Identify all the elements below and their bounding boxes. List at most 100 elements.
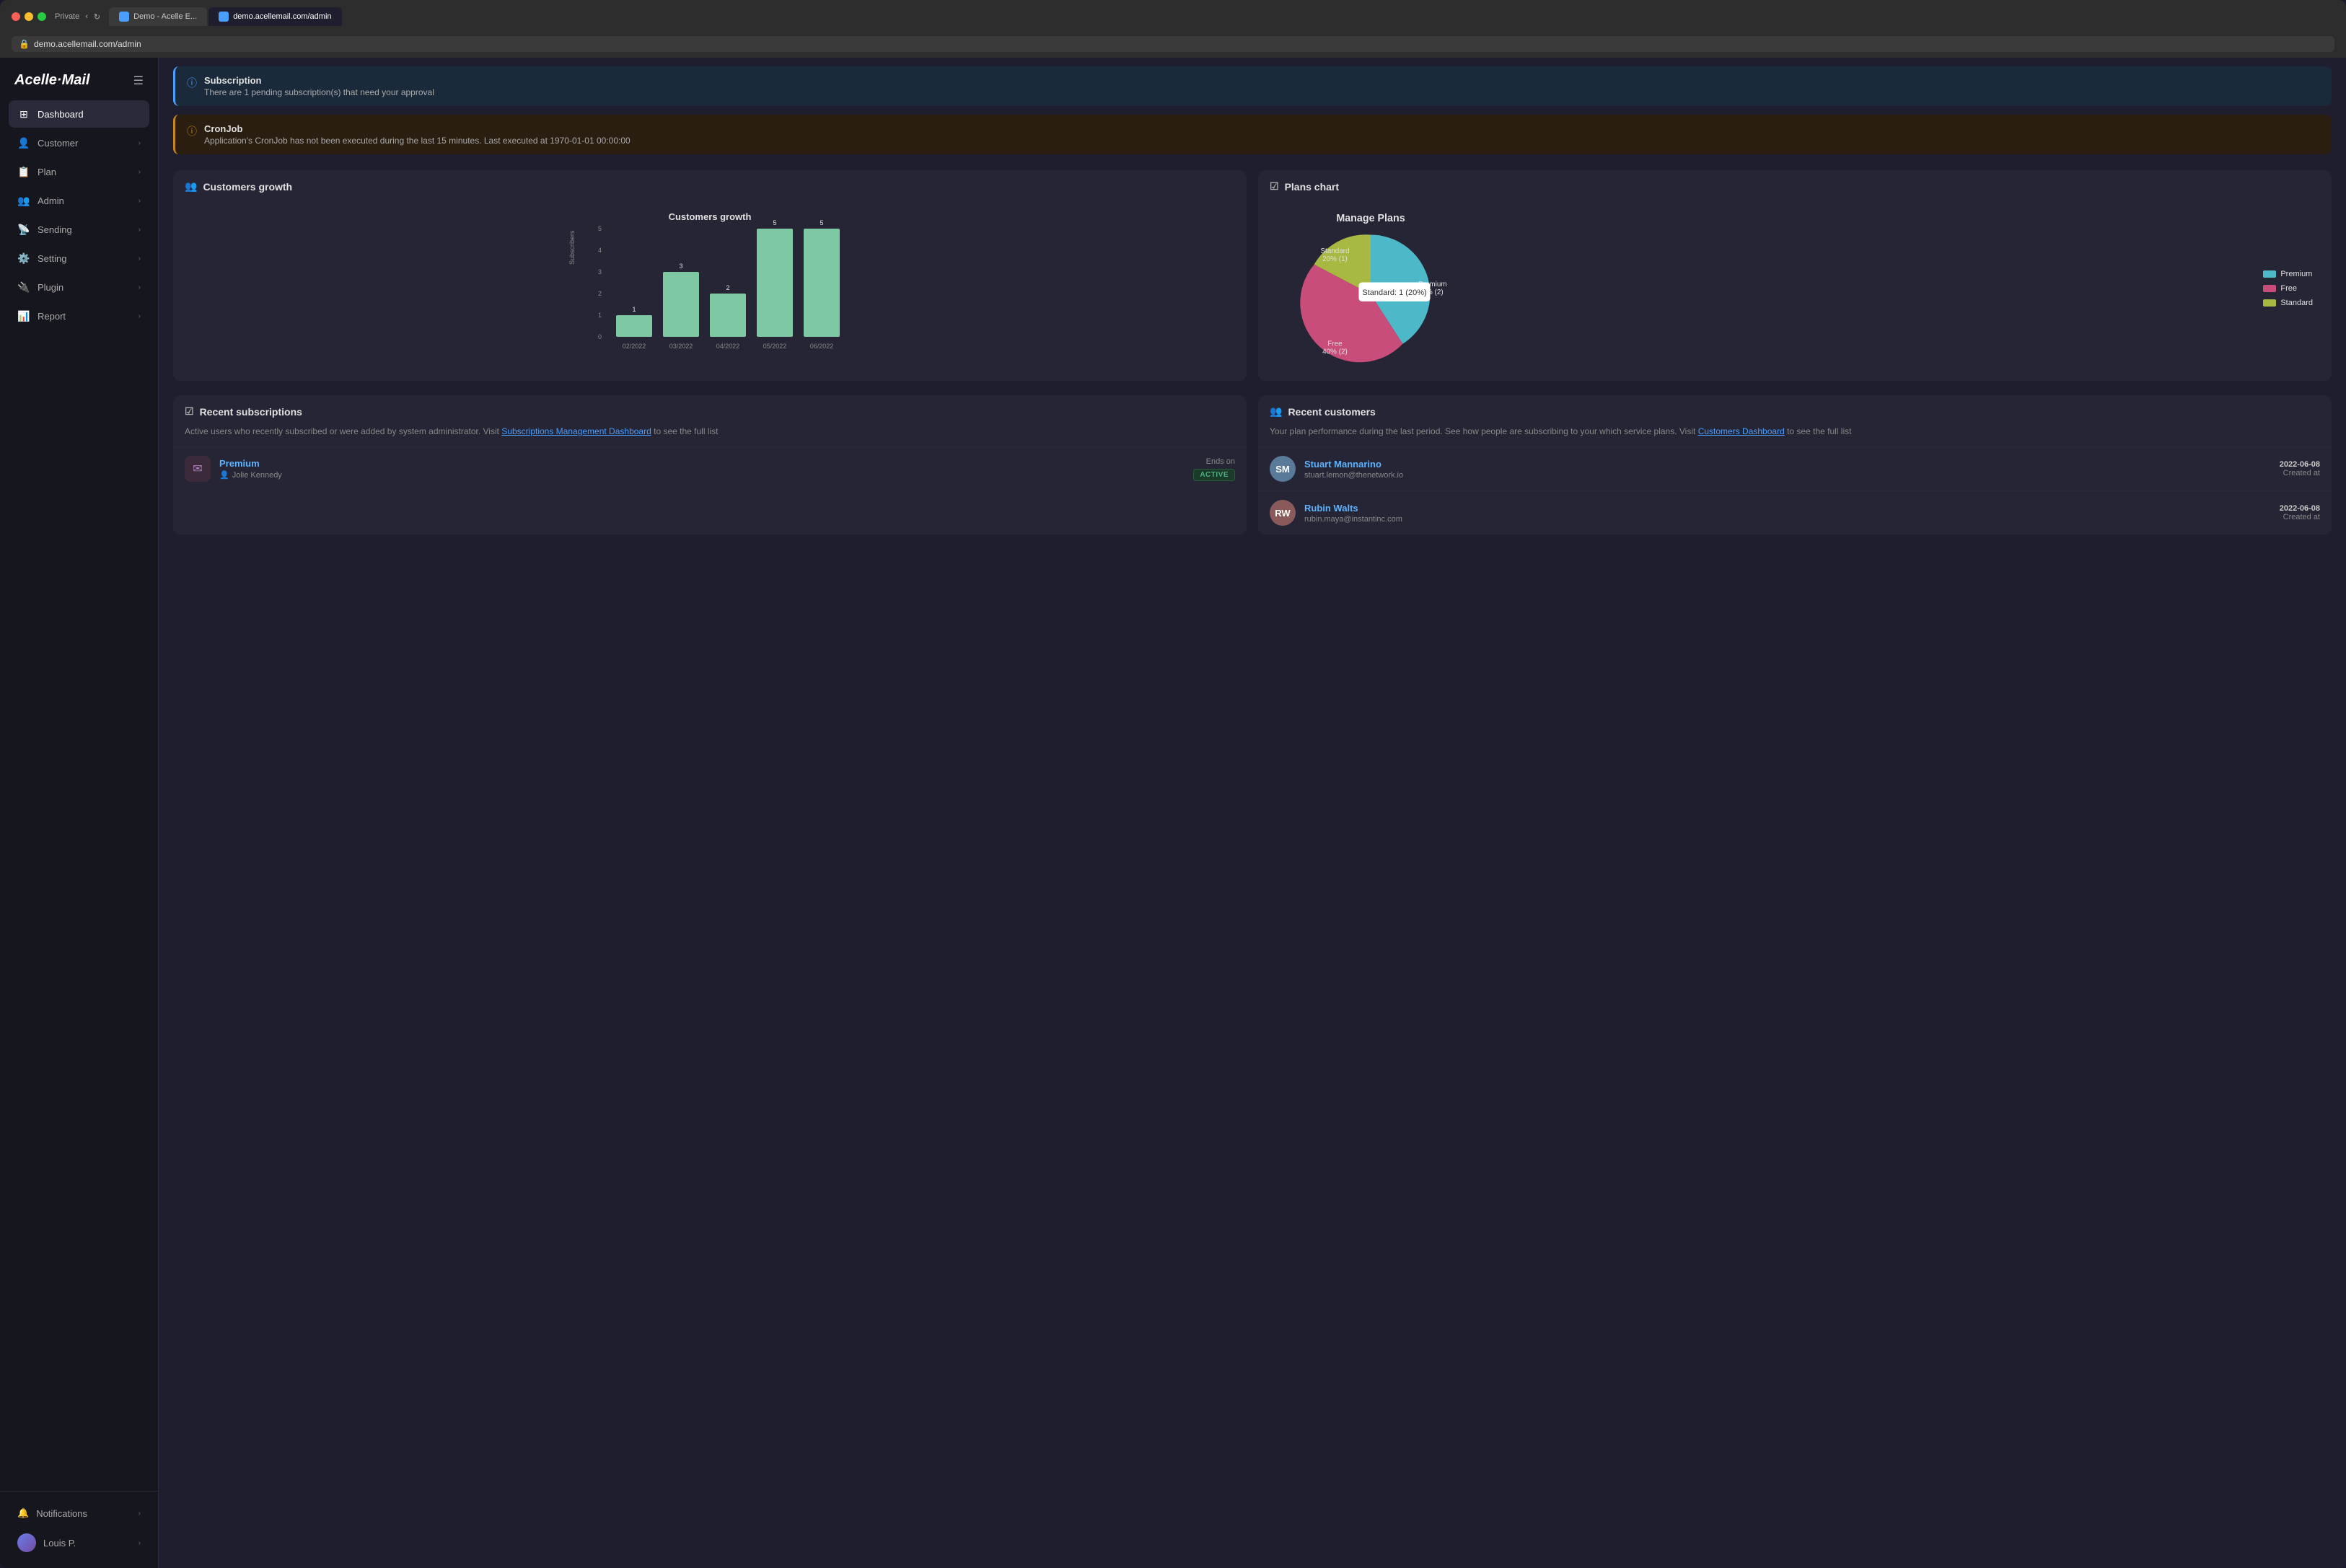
user-profile-item[interactable]: Louis P. › — [9, 1526, 149, 1559]
chevron-right-icon: › — [139, 197, 141, 205]
customer-email-0: stuart.lemon@thenetwork.io — [1304, 471, 2271, 480]
sidebar-item-label: Dashboard — [38, 109, 84, 120]
recent-customers-desc: Your plan performance during the last pe… — [1258, 425, 2332, 446]
notifications-item[interactable]: 🔔 Notifications › — [9, 1500, 149, 1526]
address-bar-row: 🔒 demo.acellemail.com/admin — [12, 32, 2334, 58]
subscriptions-mgmt-link[interactable]: Subscriptions Management Dashboard — [501, 426, 651, 436]
report-icon: 📊 — [17, 309, 30, 322]
chevron-right-icon: › — [139, 255, 141, 263]
chevron-right-icon: › — [139, 1510, 141, 1518]
customer-email-1: rubin.maya@instantinc.com — [1304, 515, 2271, 524]
warning-circle-icon: ⓘ — [187, 124, 197, 138]
customers-dashboard-link[interactable]: Customers Dashboard — [1698, 426, 1785, 436]
info-circle-icon: ⓘ — [187, 76, 197, 90]
customer-date-0: 2022-06-08 Created at — [2280, 460, 2320, 477]
sidebar-item-setting[interactable]: ⚙️ Setting › — [9, 245, 149, 272]
customer-info-1: Rubin Walts rubin.maya@instantinc.com — [1304, 503, 2271, 524]
main-content: ⓘ Subscription There are 1 pending subsc… — [159, 58, 2346, 1568]
subscription-user: 👤 Jolie Kennedy — [219, 470, 1185, 480]
svg-text:1: 1 — [632, 306, 636, 313]
bar-06-2022 — [804, 229, 840, 337]
alert-title: Subscription — [204, 75, 434, 86]
subscription-plan-name: Premium — [219, 458, 1185, 469]
menu-toggle-icon[interactable]: ☰ — [133, 74, 144, 88]
svg-text:06/2022: 06/2022 — [810, 343, 834, 350]
pie-chart-svg: Manage Plans — [1277, 207, 1464, 366]
bottom-row: ☑ Recent subscriptions Active users who … — [173, 395, 2332, 534]
sidebar-item-plan[interactable]: 📋 Plan › — [9, 158, 149, 185]
svg-text:3: 3 — [598, 268, 602, 276]
customers-growth-card: 👥 Customers growth Customers growth Subs… — [173, 170, 1247, 381]
subscription-icon: ☑ — [185, 405, 194, 418]
maximize-button[interactable] — [38, 12, 46, 21]
svg-text:5: 5 — [598, 225, 602, 232]
sending-icon: 📡 — [17, 223, 30, 236]
subscription-item-premium: ✉ Premium 👤 Jolie Kennedy Ends on ACTIVE — [173, 446, 1247, 490]
bar-02-2022 — [616, 315, 652, 337]
chevron-right-icon: › — [139, 139, 141, 147]
recent-subscriptions-card: ☑ Recent subscriptions Active users who … — [173, 395, 1247, 534]
alert-title: CronJob — [204, 123, 631, 134]
chevron-right-icon: › — [139, 312, 141, 320]
subscription-ends-label: Ends on — [1193, 457, 1235, 466]
recent-customers-title: Recent customers — [1288, 406, 1375, 418]
subscriptions-desc-text: Active users who recently subscribed or … — [185, 426, 499, 436]
customer-date-label-1: Created at — [2280, 513, 2320, 521]
legend-standard-label: Standard — [2280, 299, 2313, 307]
tab2-favicon — [219, 12, 229, 22]
cronjob-alert: ⓘ CronJob Application's CronJob has not … — [173, 115, 2332, 154]
users-icon: 👥 — [185, 180, 197, 193]
recent-subscriptions-header: ☑ Recent subscriptions — [173, 395, 1247, 425]
svg-text:Standard: 1 (20%): Standard: 1 (20%) — [1362, 289, 1426, 297]
customer-date-1: 2022-06-08 Created at — [2280, 504, 2320, 521]
chevron-right-icon: › — [139, 226, 141, 234]
sidebar-item-admin[interactable]: 👥 Admin › — [9, 187, 149, 214]
customer-icon: 👤 — [17, 136, 30, 149]
plans-chart-card: ☑ Plans chart Manage Plans — [1258, 170, 2332, 381]
legend-premium-color — [2263, 270, 2276, 278]
customer-name-0: Stuart Mannarino — [1304, 459, 2271, 470]
minimize-button[interactable] — [25, 12, 33, 21]
close-button[interactable] — [12, 12, 20, 21]
recent-subscriptions-desc: Active users who recently subscribed or … — [173, 425, 1247, 446]
customer-item-0: SM Stuart Mannarino stuart.lemon@thenetw… — [1258, 446, 2332, 490]
status-badge: ACTIVE — [1193, 469, 1235, 481]
subscription-meta: Ends on ACTIVE — [1193, 457, 1235, 481]
customer-avatar-1: RW — [1270, 500, 1296, 526]
sidebar-item-report[interactable]: 📊 Report › — [9, 302, 149, 330]
legend-free-label: Free — [2280, 284, 2297, 293]
browser-tabs: Demo - Acelle E... demo.acellemail.com/a… — [109, 7, 341, 26]
svg-text:1: 1 — [598, 312, 602, 319]
sidebar-bottom: 🔔 Notifications › Louis P. › — [0, 1491, 158, 1568]
sidebar-item-label: Setting — [38, 253, 66, 264]
sidebar-item-label: Customer — [38, 138, 78, 149]
refresh-icon[interactable]: ↻ — [94, 12, 100, 22]
browser-tab-1[interactable]: Demo - Acelle E... — [109, 7, 207, 26]
private-label: Private — [55, 12, 79, 21]
sidebar: Acelle·Mail ☰ ⊞ Dashboard 👤 Customer › — [0, 58, 159, 1568]
sidebar-item-customer[interactable]: 👤 Customer › — [9, 129, 149, 157]
tab1-favicon — [119, 12, 129, 22]
browser-tab-2[interactable]: demo.acellemail.com/admin — [208, 7, 341, 26]
legend-free-color — [2263, 285, 2276, 292]
sidebar-item-sending[interactable]: 📡 Sending › — [9, 216, 149, 243]
svg-text:Free: Free — [1327, 340, 1343, 348]
subscription-info: Premium 👤 Jolie Kennedy — [219, 458, 1185, 480]
svg-text:5: 5 — [820, 219, 823, 226]
bar-chart-svg: Customers growth Subscribers 5 4 3 2 — [185, 207, 1235, 366]
sidebar-item-dashboard[interactable]: ⊞ Dashboard — [9, 100, 149, 128]
back-icon[interactable]: ‹ — [85, 12, 88, 21]
address-bar[interactable]: 🔒 demo.acellemail.com/admin — [12, 36, 2334, 52]
svg-text:02/2022: 02/2022 — [623, 343, 646, 350]
subscription-alert: ⓘ Subscription There are 1 pending subsc… — [173, 66, 2332, 106]
sidebar-logo-area: Acelle·Mail ☰ — [0, 58, 158, 100]
svg-text:4: 4 — [598, 247, 602, 254]
notifications-label: Notifications — [36, 1508, 87, 1519]
sidebar-item-plugin[interactable]: 🔌 Plugin › — [9, 273, 149, 301]
svg-text:40% (2): 40% (2) — [1322, 348, 1348, 356]
chart-icon: ☑ — [1270, 180, 1279, 193]
customers-growth-header: 👥 Customers growth — [173, 170, 1247, 200]
tab1-label: Demo - Acelle E... — [133, 12, 197, 21]
customer-date-value-0: 2022-06-08 — [2280, 460, 2320, 469]
customers-growth-title: Customers growth — [203, 181, 292, 193]
